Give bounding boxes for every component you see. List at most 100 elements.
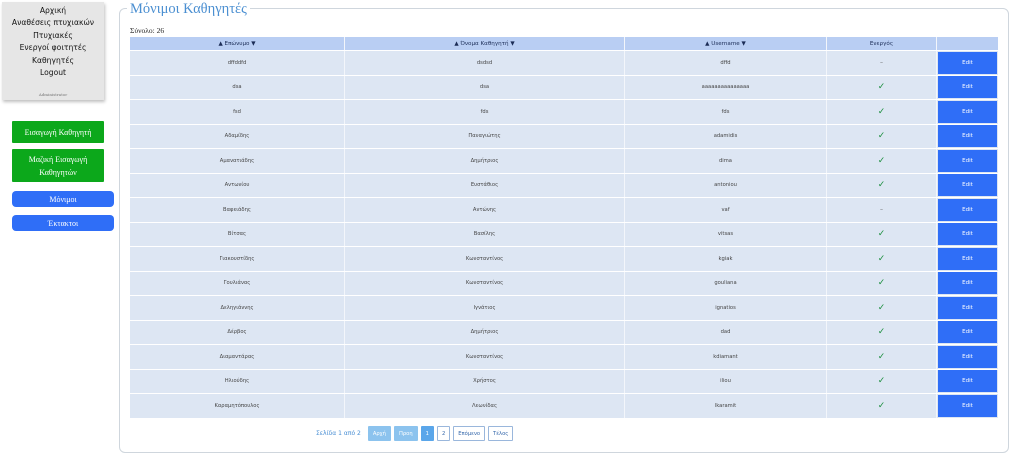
total-count: Σύνολο: 26 (130, 26, 165, 35)
active-cell: ✓ (827, 173, 937, 197)
edit-button[interactable]: Edit (938, 247, 997, 270)
header-actions (937, 37, 998, 50)
temporary-professors-button[interactable]: Έκτακτοι (12, 215, 114, 231)
surname-cell: Δεληγιάννης (130, 296, 345, 320)
first-name-cell: Κωνσταντίνος (345, 247, 625, 271)
edit-button[interactable]: Edit (938, 174, 997, 197)
edit-button[interactable]: Edit (938, 370, 997, 393)
first-name-cell: Αντώνης (345, 198, 625, 222)
username-cell: kgiak (625, 247, 827, 271)
page-1-button[interactable]: 1 (420, 426, 434, 441)
insert-professor-button[interactable]: Εισαγωγή Καθηγητή (12, 121, 104, 143)
table-row: Αδαμίδης Παναγιώτης adamidis ✓ Edit (130, 124, 998, 149)
edit-button[interactable]: Edit (938, 149, 997, 172)
actions-cell: Edit (937, 198, 998, 222)
menu-thesis-assignments-link[interactable]: Αναθέσεις πτυχιακών (2, 17, 104, 29)
username-cell: dima (625, 149, 827, 173)
table-row: Βαφειάδης Αντώνης vaf – Edit (130, 198, 998, 223)
bulk-insert-label-line2: Καθηγητών (39, 167, 77, 177)
username-cell: ignatios (625, 296, 827, 320)
username-cell: aaaaaaaaaaaaaaa (625, 75, 827, 99)
edit-button[interactable]: Edit (938, 125, 997, 148)
active-cell: ✓ (827, 124, 937, 148)
first-name-cell: Παναγιώτης (345, 124, 625, 148)
professors-table: ▲ Επώνυμο ▼ ▲ Όνομα Καθηγητή ▼ ▲ Usernam… (130, 37, 998, 419)
table-row: Ηλιούδης Χρήστος iliou ✓ Edit (130, 369, 998, 394)
edit-button[interactable]: Edit (938, 100, 997, 123)
surname-cell: Δέρβος (130, 320, 345, 344)
table-body: dffddfd dsdsd dffd – Edit dsa dsa aaaaaaaaaaaaa… (130, 51, 998, 419)
actions-cell: Edit (937, 174, 998, 198)
first-name-cell: Ευστάθιος (345, 173, 625, 197)
username-cell: antoniou (625, 173, 827, 197)
first-name-cell: Χρήστος (345, 369, 625, 393)
username-cell: adamidis (625, 124, 827, 148)
surname-cell: Ηλιούδης (130, 369, 345, 393)
active-cell: ✓ (827, 75, 937, 99)
menu-professors-link[interactable]: Καθηγητές (2, 55, 104, 67)
active-cell: ✓ (827, 149, 937, 173)
permanent-professors-button[interactable]: Μόνιμοι (12, 191, 114, 207)
checkmark-icon: ✓ (877, 82, 886, 93)
first-name-cell: Λεωνίδας (345, 394, 625, 418)
menu-home-link[interactable]: Αρχική (2, 5, 104, 17)
edit-button[interactable]: Edit (938, 198, 997, 221)
checkmark-icon: ✓ (877, 327, 886, 338)
username-cell: fds (625, 100, 827, 124)
username-cell: dad (625, 320, 827, 344)
active-cell: ✓ (827, 394, 937, 418)
edit-button[interactable]: Edit (938, 51, 997, 74)
header-first-name[interactable]: ▲ Όνομα Καθηγητή ▼ (345, 37, 625, 50)
edit-button[interactable]: Edit (938, 296, 997, 319)
table-row: Αμανατιάδης Δημήτριος dima ✓ Edit (130, 149, 998, 174)
table-row: Βίτσας Βασίλης vitsas ✓ Edit (130, 222, 998, 247)
surname-cell: fsd (130, 100, 345, 124)
surname-cell: Γιακουστίδης (130, 247, 345, 271)
username-cell: kdiamant (625, 345, 827, 369)
page-2-button[interactable]: 2 (436, 426, 451, 441)
table-row: Καραμητόπουλος Λεωνίδας lkaramit ✓ Edit (130, 394, 998, 419)
prev-page-button[interactable]: Προη (393, 426, 418, 441)
edit-button[interactable]: Edit (938, 76, 997, 99)
next-page-button[interactable]: Επόμενο (453, 426, 486, 441)
active-cell: ✓ (827, 271, 937, 295)
last-page-button[interactable]: Τέλος (488, 426, 514, 441)
edit-button[interactable]: Edit (938, 345, 997, 368)
active-cell: ✓ (827, 100, 937, 124)
checkmark-icon: ✓ (877, 106, 886, 117)
edit-button[interactable]: Edit (938, 321, 997, 344)
header-username[interactable]: ▲ Username ▼ (625, 37, 827, 50)
table-row: fsd fds fds ✓ Edit (130, 100, 998, 125)
table-row: Γουλιάνας Κωνσταντίνος gouliana ✓ Edit (130, 271, 998, 296)
table-row: dffddfd dsdsd dffd – Edit (130, 51, 998, 76)
first-name-cell: Βασίλης (345, 222, 625, 246)
bulk-insert-professors-button[interactable]: Μαζική Εισαγωγή Καθηγητών (12, 149, 104, 182)
username-cell: dffd (625, 51, 827, 75)
surname-cell: Αμανατιάδης (130, 149, 345, 173)
checkmark-icon: ✓ (877, 400, 886, 411)
first-page-button[interactable]: Αρχή (367, 426, 391, 441)
actions-cell: Edit (937, 100, 998, 124)
menu-active-students-link[interactable]: Ενεργοί φοιτητές (2, 42, 104, 54)
surname-cell: dffddfd (130, 51, 345, 75)
header-surname[interactable]: ▲ Επώνυμο ▼ (130, 37, 345, 50)
actions-cell: Edit (937, 247, 998, 271)
menu-theses-link[interactable]: Πτυχιακές (2, 30, 104, 42)
checkmark-icon: ✓ (877, 278, 886, 289)
active-cell: ✓ (827, 222, 937, 246)
surname-cell: Αδαμίδης (130, 124, 345, 148)
username-cell: gouliana (625, 271, 827, 295)
table-row: Γιακουστίδης Κωνσταντίνος kgiak ✓ Edit (130, 247, 998, 272)
first-name-cell: Ιγνάτιος (345, 296, 625, 320)
checkmark-icon: ✓ (877, 229, 886, 240)
actions-cell: Edit (937, 149, 998, 173)
active-cell: ✓ (827, 345, 937, 369)
actions-cell: Edit (937, 223, 998, 247)
menu-logout-link[interactable]: Logout (2, 67, 104, 79)
page-info: Σελίδα 1 από 2 (316, 430, 361, 437)
username-cell: vaf (625, 198, 827, 222)
edit-button[interactable]: Edit (938, 272, 997, 295)
edit-button[interactable]: Edit (938, 394, 997, 417)
edit-button[interactable]: Edit (938, 223, 997, 246)
surname-cell: Γουλιάνας (130, 271, 345, 295)
